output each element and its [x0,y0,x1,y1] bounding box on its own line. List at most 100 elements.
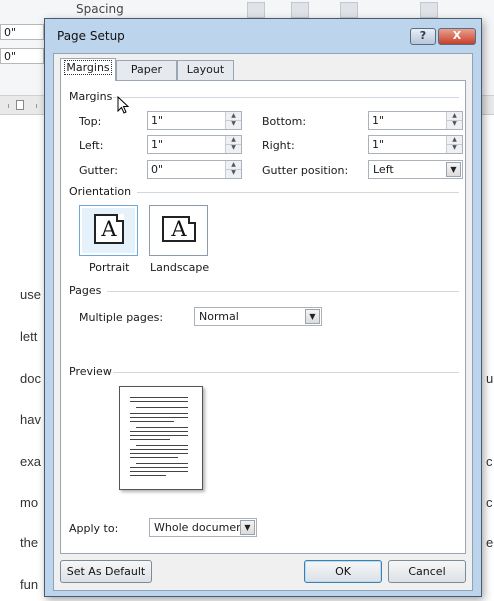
preview-text-line [130,417,188,418]
right-margin-spinner[interactable]: 1" ▲ ▼ [368,135,463,154]
left-margin-value: 1" [151,138,164,151]
decrement-arrow-icon[interactable]: ▼ [226,120,241,128]
landscape-page-icon: A [162,216,196,242]
bottom-margin-label: Bottom: [262,115,306,128]
ribbon-icon[interactable] [340,2,358,18]
spinner-buttons: ▲ ▼ [446,136,462,153]
preview-text-line [130,401,188,402]
orientation-section-label: Orientation [69,185,132,198]
bottom-margin-spinner[interactable]: 1" ▲ ▼ [368,111,463,130]
set-as-default-button[interactable]: Set As Default [60,560,152,583]
document-text-fragment: lett [20,329,38,344]
decrement-arrow-icon[interactable]: ▼ [226,144,241,152]
tab-layout[interactable]: Layout [177,60,234,80]
bottom-margin-value: 1" [372,114,385,127]
spinner-buttons: ▲ ▼ [225,161,241,178]
tab-margins-label: Margins [64,60,112,75]
ok-button[interactable]: OK [304,560,382,583]
ribbon-icon[interactable] [291,2,309,18]
gutter-position-value: Left [373,163,394,176]
chevron-down-icon[interactable]: ▼ [446,162,461,177]
spinner-buttons: ▲ ▼ [446,112,462,129]
left-margin-spinner[interactable]: 1" ▲ ▼ [147,135,242,154]
spacing-before-field[interactable]: 0" [0,24,44,40]
preview-text-line [130,439,170,440]
landscape-label[interactable]: Landscape [150,261,209,274]
preview-text-line [136,445,188,446]
ruler-tick [36,104,37,108]
multiple-pages-label: Multiple pages: [79,311,164,324]
margins-tab-panel: Margins Top: 1" ▲ ▼ Left: 1" ▲ ▼ Gutter: [60,80,466,554]
document-text-fragment: u [486,371,494,386]
top-margin-value: 1" [151,114,164,127]
chevron-down-icon[interactable]: ▼ [240,520,255,535]
document-text-fragment: use [20,287,41,302]
document-text-fragment: doc [20,371,41,386]
multiple-pages-select[interactable]: Normal ▼ [194,307,322,326]
document-text-fragment: mo [20,495,39,510]
portrait-page-icon: A [94,214,124,244]
preview-page [119,386,203,490]
gutter-value: 0" [151,163,164,176]
bottom-margin-label-text: Bottom: [262,115,307,128]
dialog-title: Page Setup [57,29,125,43]
preview-text-line [136,427,188,428]
portrait-label[interactable]: Portrait [89,261,129,274]
apply-to-value: Whole document [154,521,248,534]
decrement-arrow-icon[interactable]: ▼ [226,169,241,177]
portrait-button[interactable]: A [79,205,138,256]
landscape-button[interactable]: A [149,205,208,256]
top-margin-label-text: Top: [79,115,102,128]
tab-margins[interactable]: Margins [60,58,116,81]
chevron-down-icon[interactable]: ▼ [305,309,320,324]
tab-paper[interactable]: Paper [116,60,177,80]
multiple-pages-value: Normal [199,310,239,323]
help-button[interactable]: ? [410,28,436,45]
ribbon-spacing-label: Spacing [76,2,124,16]
preview-text-line [130,453,188,454]
document-text-fragment: exa [20,454,41,469]
spinner-buttons: ▲ ▼ [225,112,241,129]
cancel-button[interactable]: Cancel [388,560,466,583]
preview-text-line [136,463,188,464]
document-text-fragment: e [486,535,494,550]
document-text-fragment: c [486,495,493,510]
gutter-spinner[interactable]: 0" ▲ ▼ [147,160,242,179]
top-margin-spinner[interactable]: 1" ▲ ▼ [147,111,242,130]
left-margin-label: Left: [79,139,103,152]
ruler-indent-marker[interactable] [16,100,24,110]
gutter-position-label-text: Gutter position: [262,164,349,177]
apply-to-select[interactable]: Whole document ▼ [149,518,257,537]
preview-text-line [130,397,188,398]
top-margin-label: Top: [79,115,101,128]
document-text-fragment: c [486,454,493,469]
ruler-tick [8,104,9,108]
preview-text-line [130,421,174,422]
preview-text-line [130,449,188,450]
section-divider [107,291,459,292]
section-divider [113,97,459,98]
ribbon-icon[interactable] [247,2,265,18]
page-setup-dialog: Page Setup ? X Margins Paper Layout Marg… [44,18,482,597]
pages-section-label: Pages [69,284,102,297]
gutter-label: Gutter: [79,164,118,177]
gutter-position-label: Gutter position: [262,164,348,177]
right-margin-label: Right: [262,139,295,152]
preview-text-line [130,467,188,468]
page-fold-icon [188,216,196,224]
section-divider [113,372,459,373]
document-text-fragment: the [20,535,39,550]
gutter-label-text: Gutter: [79,164,118,177]
margins-section-label: Margins [69,90,113,103]
preview-text-line [130,457,178,458]
document-text-fragment: fun [20,577,39,592]
decrement-arrow-icon[interactable]: ▼ [447,144,462,152]
ribbon-icon[interactable] [420,2,438,18]
spinner-buttons: ▲ ▼ [225,136,241,153]
dialog-client-area: Margins Paper Layout Margins Top: 1" ▲ ▼… [53,53,473,591]
close-button[interactable]: X [438,28,476,45]
gutter-position-select[interactable]: Left ▼ [368,160,463,179]
decrement-arrow-icon[interactable]: ▼ [447,120,462,128]
dialog-titlebar[interactable]: Page Setup ? X [45,19,481,53]
spacing-after-field[interactable]: 0" [0,48,44,64]
